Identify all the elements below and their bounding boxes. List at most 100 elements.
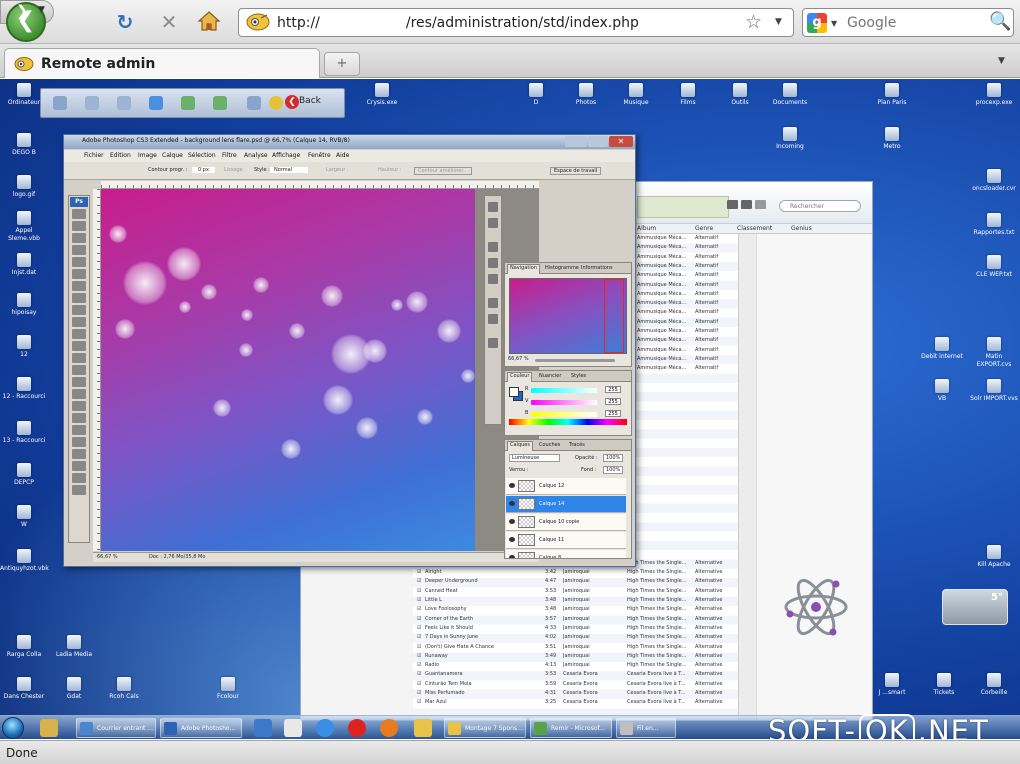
layer-row[interactable]: Calque 10 copie <box>506 514 626 531</box>
tool-icon[interactable] <box>72 317 86 327</box>
star-icon[interactable]: ☆ <box>745 11 762 33</box>
desktop-icon[interactable]: Corbeille <box>970 673 1018 697</box>
tool-icon[interactable] <box>72 233 86 243</box>
antialias-checkbox[interactable]: Lissage <box>224 167 243 173</box>
desktop-icon[interactable]: procexp.exe <box>970 83 1018 107</box>
tab-paths[interactable]: Tracés <box>567 442 587 448</box>
desktop-icon[interactable]: Photos <box>562 83 610 107</box>
checkbox-icon[interactable]: ☑ <box>417 615 423 624</box>
desktop-icon[interactable]: logo.gif <box>0 175 48 199</box>
desktop-icon[interactable]: Tickets <box>920 673 968 697</box>
taskbar-button-photoshop[interactable]: Adobe Photosho... <box>160 718 242 738</box>
taskbar-button-fil[interactable]: Fil.en... <box>616 718 676 738</box>
pinned-app-icon[interactable] <box>40 719 58 737</box>
checkbox-icon[interactable]: ☑ <box>417 587 423 596</box>
track-row[interactable]: ☑ 7 Days in Sunny June 4:02 Jamiroquai High … <box>413 633 738 642</box>
tool-icon[interactable] <box>72 329 86 339</box>
coverflow-view-icon[interactable] <box>755 200 766 209</box>
pinned-app-icon[interactable] <box>284 719 302 737</box>
track-row[interactable]: ☑ Alright 3:42 Jamiroquai High Times the Sin… <box>413 568 738 577</box>
explorer-icon[interactable] <box>414 719 432 737</box>
navigator-preview[interactable] <box>509 278 627 354</box>
paragraph-icon[interactable] <box>488 314 498 324</box>
photoshop-canvas[interactable] <box>101 189 475 551</box>
desktop-icon[interactable]: Fcolour <box>204 677 252 701</box>
monitor-icon[interactable] <box>149 96 163 110</box>
color-spectrum[interactable] <box>509 419 627 425</box>
menu-calque[interactable]: Calque <box>162 152 183 159</box>
home-icon[interactable] <box>196 10 222 34</box>
feather-input[interactable]: 0 px <box>192 167 215 173</box>
track-row[interactable]: ☑ Runaway 3:49 Jamiroquai High Times the Sin… <box>413 652 738 661</box>
eye-icon[interactable] <box>509 519 515 524</box>
tab-layers[interactable]: Calques <box>507 441 533 451</box>
tab-info[interactable]: Informations <box>579 265 615 271</box>
tool-icon[interactable] <box>72 257 86 267</box>
track-row[interactable]: ☑ Mar Azul 3:25 Cesaria Evora Cesaria Evora … <box>413 698 738 707</box>
desktop-icon[interactable]: Antiquyhzot.vbk <box>0 549 49 573</box>
desktop-icon[interactable]: VB <box>918 379 966 403</box>
tab-channels[interactable]: Couches <box>537 442 562 448</box>
tool-icon[interactable] <box>72 413 86 423</box>
blue-value[interactable]: 255 <box>605 410 621 417</box>
layer-row[interactable]: Calque 11 <box>506 532 626 549</box>
tool-icon[interactable] <box>72 353 86 363</box>
checkbox-icon[interactable]: ☑ <box>417 596 423 605</box>
menu-selection[interactable]: Sélection <box>188 152 216 159</box>
google-engine-icon[interactable]: g <box>807 13 827 33</box>
layer-comps-icon[interactable] <box>488 338 498 348</box>
layer-row[interactable]: Calque 12 <box>506 478 626 495</box>
tool-icon[interactable] <box>72 305 86 315</box>
weather-gadget[interactable]: 5° <box>942 589 1008 625</box>
desktop-icon[interactable]: Matin EXPORT.cvs <box>970 337 1018 369</box>
menu-filtre[interactable]: Filtre <box>222 152 237 159</box>
search-input[interactable] <box>847 12 987 34</box>
desktop-icon[interactable]: Kill Apache <box>970 545 1018 569</box>
clone-source-icon[interactable] <box>488 274 498 284</box>
desktop-icon[interactable]: 12 <box>0 335 48 359</box>
list-view-icon[interactable] <box>727 200 738 209</box>
url-bar[interactable]: http:///res/administration/std/index.php… <box>238 8 794 37</box>
desktop-icon[interactable]: oncsloader.cvr <box>970 169 1018 193</box>
tab-remote-admin[interactable]: Remote admin <box>4 48 320 78</box>
navigator-viewbox[interactable] <box>604 279 624 353</box>
desktop-icon[interactable]: DEPCP <box>0 463 48 487</box>
checkbox-icon[interactable]: ☑ <box>417 633 423 642</box>
foreground-color-swatch[interactable] <box>509 387 519 397</box>
blue-slider[interactable] <box>531 412 597 417</box>
green-value[interactable]: 255 <box>605 398 621 405</box>
actions-icon[interactable] <box>488 218 498 228</box>
new-tab-button[interactable]: + <box>324 52 360 76</box>
track-row[interactable]: ☑ Corner of the Earth 3:57 Jamiroquai High T… <box>413 615 738 624</box>
desktop-icon[interactable]: Rcoh Cals <box>100 677 148 701</box>
desktop-icon[interactable]: Musique <box>612 83 660 107</box>
window-icon[interactable] <box>117 96 131 110</box>
track-list-scrollbar[interactable] <box>738 234 756 720</box>
tab-navigation[interactable]: Navigation <box>507 264 540 274</box>
opacity-input[interactable]: 100% <box>603 454 624 462</box>
character-icon[interactable] <box>488 298 498 308</box>
checkbox-icon[interactable]: ☑ <box>417 577 423 586</box>
track-row[interactable]: ☑ Cinturão Tem Mola 3:59 Cesaria Evora Cesar… <box>413 680 738 689</box>
track-row[interactable]: ☑ (Don't) Give Hate A Chance 3:51 Jamiroqua… <box>413 643 738 652</box>
tool-icon[interactable] <box>72 209 86 219</box>
tool-icon[interactable] <box>72 293 86 303</box>
green-slider[interactable] <box>531 400 597 405</box>
tab-list-dropdown-icon[interactable]: ▼ <box>998 56 1005 66</box>
desktop-icon[interactable]: Crysis.exe <box>358 83 406 107</box>
grid-view-icon[interactable] <box>741 200 752 209</box>
desktop-icon[interactable]: hipoisay <box>0 293 48 317</box>
eye-icon[interactable] <box>509 483 515 488</box>
tool-icon[interactable] <box>72 245 86 255</box>
photoshop-titlebar[interactable]: Adobe Photoshop CS3 Extended - backgroun… <box>64 135 635 149</box>
history-icon[interactable] <box>488 202 498 212</box>
checkbox-icon[interactable]: ☑ <box>417 605 423 614</box>
tool-icon[interactable] <box>72 473 86 483</box>
eye-icon[interactable] <box>509 555 515 558</box>
tool-icon[interactable] <box>72 281 86 291</box>
column-header[interactable]: Album <box>637 225 656 232</box>
menu-analyse[interactable]: Analyse <box>244 152 268 159</box>
checkbox-icon[interactable]: ☑ <box>417 670 423 679</box>
firefox-icon[interactable] <box>380 719 398 737</box>
workspace-button[interactable]: Espace de travail <box>550 167 602 175</box>
